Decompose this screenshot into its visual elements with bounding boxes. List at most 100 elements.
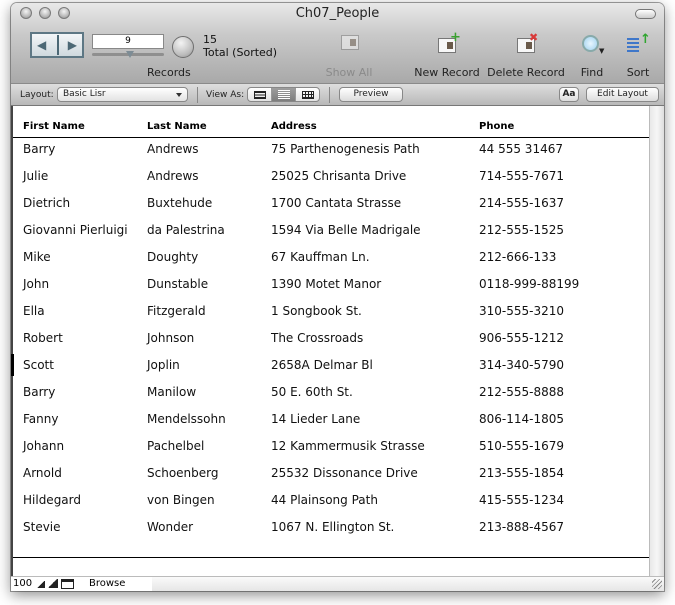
- table-row[interactable]: Stevie Wonder 1067 N. Ellington St. 213-888…: [13, 520, 649, 547]
- next-record-icon[interactable]: ▶: [68, 39, 77, 51]
- address-cell[interactable]: 67 Kauffman Ln.: [271, 250, 370, 264]
- first-name-cell[interactable]: Arnold: [23, 466, 62, 480]
- last-name-cell[interactable]: Pachelbel: [147, 439, 204, 453]
- address-cell[interactable]: 2658A Delmar Bl: [271, 358, 373, 372]
- address-cell[interactable]: 12 Kammermusik Strasse: [271, 439, 425, 453]
- table-row[interactable]: Robert Johnson The Crossroads 906-555-1212: [13, 331, 649, 358]
- toggle-status-area-icon[interactable]: [61, 579, 74, 589]
- phone-cell[interactable]: 314-340-5790: [479, 358, 564, 372]
- first-name-cell[interactable]: Julie: [23, 169, 48, 183]
- table-row[interactable]: Barry Manilow 50 E. 60th St. 212-555-8888: [13, 385, 649, 412]
- zoom-out-icon[interactable]: [35, 581, 45, 588]
- zoom-in-icon[interactable]: [47, 579, 58, 588]
- last-name-cell[interactable]: Andrews: [147, 142, 199, 156]
- address-cell[interactable]: 25532 Dissonance Drive: [271, 466, 418, 480]
- table-row[interactable]: Mike Doughty 67 Kauffman Ln. 212-666-133: [13, 250, 649, 277]
- address-cell[interactable]: 1067 N. Ellington St.: [271, 520, 394, 534]
- last-name-cell[interactable]: Fitzgerald: [147, 304, 206, 318]
- vertical-scrollbar[interactable]: [649, 106, 664, 576]
- address-cell[interactable]: The Crossroads: [271, 331, 363, 345]
- table-row[interactable]: John Dunstable 1390 Motet Manor 0118-999-88…: [13, 277, 649, 304]
- address-cell[interactable]: 1390 Motet Manor: [271, 277, 381, 291]
- phone-cell[interactable]: 310-555-3210: [479, 304, 564, 318]
- resize-grip-icon[interactable]: [652, 579, 662, 589]
- table-row[interactable]: Fanny Mendelssohn 14 Lieder Lane 806-114-18…: [13, 412, 649, 439]
- phone-cell[interactable]: 212-555-1525: [479, 223, 564, 237]
- table-row[interactable]: Dietrich Buxtehude 1700 Cantata Strasse 214…: [13, 196, 649, 223]
- address-cell[interactable]: 1 Songbook St.: [271, 304, 362, 318]
- phone-cell[interactable]: 44 555 31467: [479, 142, 563, 156]
- table-header: First Name Last Name Address Phone: [13, 121, 649, 138]
- first-name-cell[interactable]: Johann: [23, 439, 64, 453]
- phone-cell[interactable]: 212-555-8888: [479, 385, 564, 399]
- table-row[interactable]: Scott Joplin 2658A Delmar Bl 314-340-5790: [11, 354, 649, 385]
- last-name-cell[interactable]: da Palestrina: [147, 223, 225, 237]
- table-row[interactable]: Hildegard von Bingen 44 Plainsong Path 415-…: [13, 493, 649, 520]
- first-name-cell[interactable]: Barry: [23, 142, 55, 156]
- address-cell[interactable]: 14 Lieder Lane: [271, 412, 360, 426]
- address-cell[interactable]: 1594 Via Belle Madrigale: [271, 223, 421, 237]
- first-name-cell[interactable]: Ella: [23, 304, 45, 318]
- zoom-level[interactable]: 100: [13, 578, 32, 589]
- last-name-cell[interactable]: Wonder: [147, 520, 193, 534]
- address-cell[interactable]: 75 Parthenogenesis Path: [271, 142, 420, 156]
- mode-label[interactable]: Browse: [89, 578, 125, 589]
- app-window: Ch07_People ◀ ▶ 9 15 Total (Sorted) Reco…: [11, 3, 664, 591]
- last-name-cell[interactable]: Buxtehude: [147, 196, 212, 210]
- first-name-cell[interactable]: Barry: [23, 385, 55, 399]
- last-name-cell[interactable]: Joplin: [147, 358, 180, 372]
- phone-cell[interactable]: 213-888-4567: [479, 520, 564, 534]
- table-row[interactable]: Barry Andrews 75 Parthenogenesis Path 44 55…: [13, 142, 649, 169]
- phone-cell[interactable]: 714-555-7671: [479, 169, 564, 183]
- status-box: [11, 577, 152, 591]
- phone-cell[interactable]: 0118-999-88199: [479, 277, 579, 291]
- last-name-cell[interactable]: Mendelssohn: [147, 412, 226, 426]
- first-name-cell[interactable]: Mike: [23, 250, 51, 264]
- current-record-input[interactable]: 9: [92, 34, 164, 49]
- address-cell[interactable]: 1700 Cantata Strasse: [271, 196, 401, 210]
- last-name-cell[interactable]: Andrews: [147, 169, 199, 183]
- view-as-list-button[interactable]: [272, 88, 296, 101]
- last-name-cell[interactable]: Doughty: [147, 250, 198, 264]
- address-cell[interactable]: 25025 Chrisanta Drive: [271, 169, 406, 183]
- phone-cell[interactable]: 212-666-133: [479, 250, 556, 264]
- table-row[interactable]: Johann Pachelbel 12 Kammermusik Strasse 510…: [13, 439, 649, 466]
- table-row[interactable]: Julie Andrews 25025 Chrisanta Drive 714-555…: [13, 169, 649, 196]
- table-row[interactable]: Ella Fitzgerald 1 Songbook St. 310-555-3210: [13, 304, 649, 331]
- first-name-cell[interactable]: Robert: [23, 331, 63, 345]
- last-name-cell[interactable]: von Bingen: [147, 493, 215, 507]
- find-dropdown-icon[interactable]: ▼: [599, 47, 604, 55]
- text-format-button[interactable]: Aa: [559, 87, 579, 102]
- last-name-cell[interactable]: Dunstable: [147, 277, 208, 291]
- phone-cell[interactable]: 214-555-1637: [479, 196, 564, 210]
- preview-button[interactable]: Preview: [339, 87, 403, 102]
- first-name-cell[interactable]: Fanny: [23, 412, 58, 426]
- first-name-cell[interactable]: Scott: [23, 358, 54, 372]
- view-as-form-button[interactable]: [248, 88, 272, 101]
- last-name-cell[interactable]: Johnson: [147, 331, 194, 345]
- record-slider[interactable]: [92, 51, 164, 58]
- record-navigator-book[interactable]: ◀ ▶: [30, 32, 84, 58]
- phone-cell[interactable]: 806-114-1805: [479, 412, 564, 426]
- view-as-table-button[interactable]: [296, 88, 319, 101]
- phone-cell[interactable]: 213-555-1854: [479, 466, 564, 480]
- address-cell[interactable]: 44 Plainsong Path: [271, 493, 378, 507]
- phone-cell[interactable]: 906-555-1212: [479, 331, 564, 345]
- last-name-cell[interactable]: Manilow: [147, 385, 196, 399]
- edit-layout-button[interactable]: Edit Layout: [586, 87, 659, 102]
- address-cell[interactable]: 50 E. 60th St.: [271, 385, 353, 399]
- last-name-cell[interactable]: Schoenberg: [147, 466, 219, 480]
- table-row[interactable]: Arnold Schoenberg 25532 Dissonance Drive 21…: [13, 466, 649, 493]
- phone-cell[interactable]: 415-555-1234: [479, 493, 564, 507]
- toolbar-toggle-button[interactable]: [635, 9, 656, 19]
- record-slider-thumb[interactable]: [126, 51, 134, 58]
- table-row[interactable]: Giovanni Pierluigi da Palestrina 1594 Via …: [13, 223, 649, 250]
- layout-select[interactable]: Basic Lisr: [57, 87, 188, 102]
- phone-cell[interactable]: 510-555-1679: [479, 439, 564, 453]
- first-name-cell[interactable]: Hildegard: [23, 493, 81, 507]
- first-name-cell[interactable]: Stevie: [23, 520, 61, 534]
- first-name-cell[interactable]: Dietrich: [23, 196, 70, 210]
- first-name-cell[interactable]: Giovanni Pierluigi: [23, 223, 128, 237]
- first-name-cell[interactable]: John: [23, 277, 49, 291]
- previous-record-icon[interactable]: ◀: [37, 39, 46, 51]
